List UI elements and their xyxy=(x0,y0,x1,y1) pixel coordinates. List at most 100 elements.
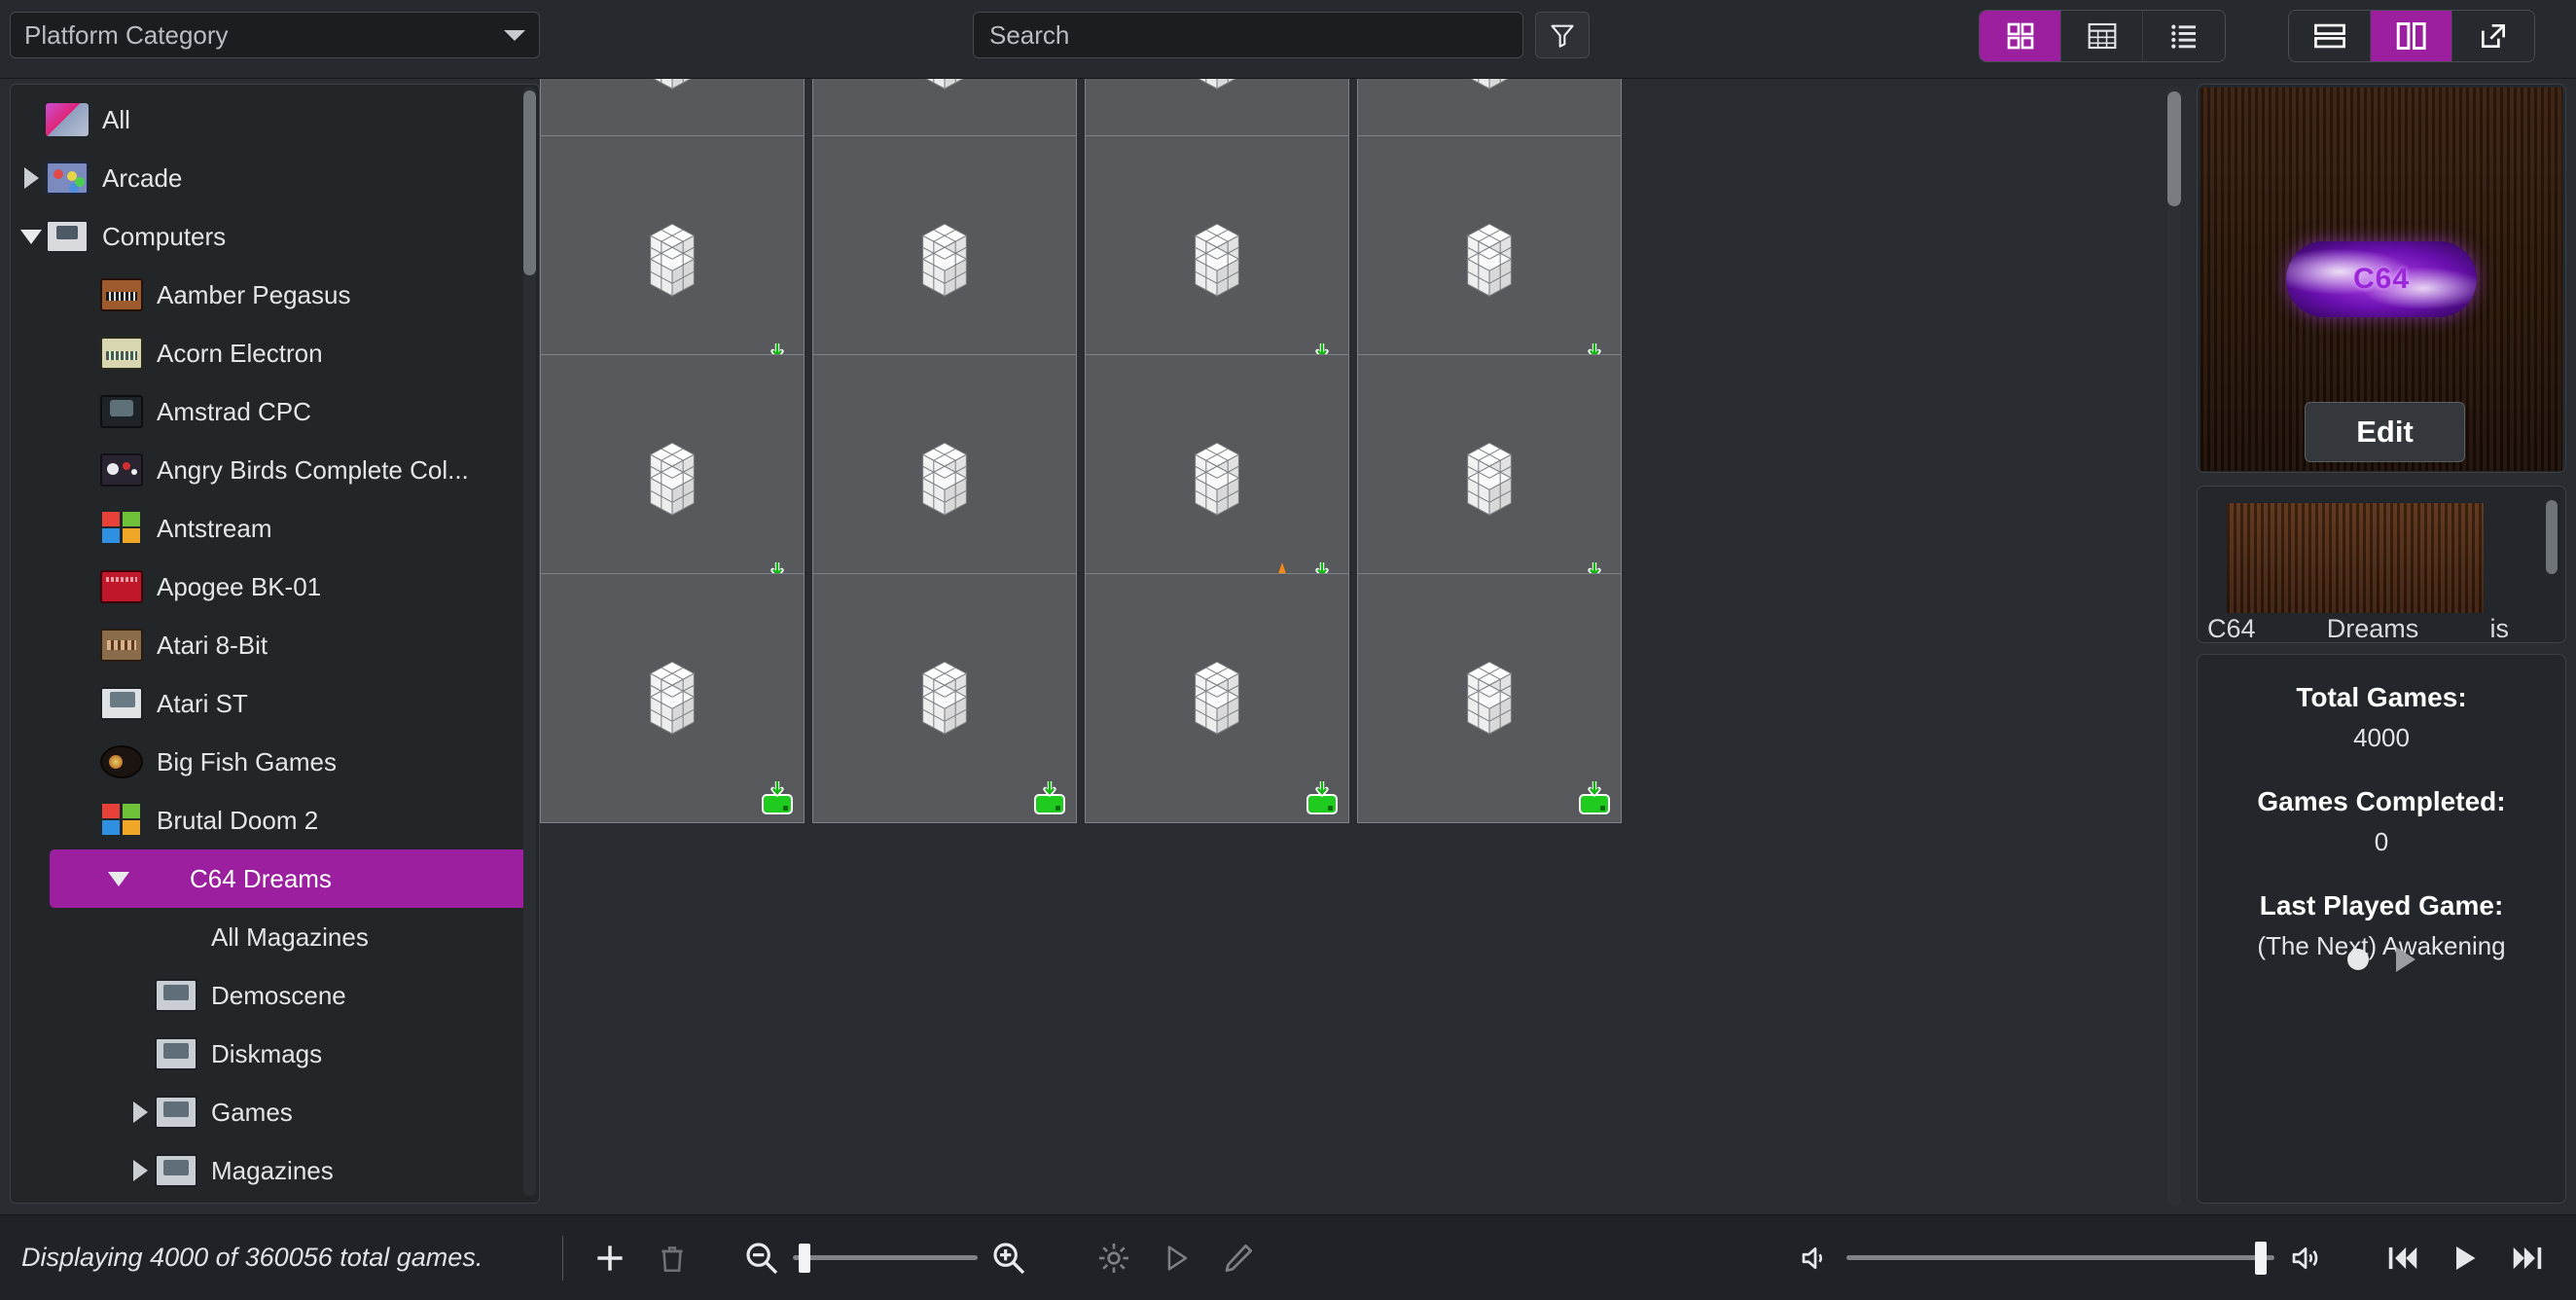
tile-badges xyxy=(761,781,794,814)
sidebar-item-arcade[interactable]: Arcade xyxy=(11,149,539,207)
next-track-button[interactable] xyxy=(2496,1227,2558,1289)
grid-view-button[interactable] xyxy=(1980,11,2061,61)
list-view-button[interactable] xyxy=(2143,11,2225,61)
sidebar-scrollbar-thumb[interactable] xyxy=(523,90,536,275)
circle-icon[interactable] xyxy=(2347,949,2369,970)
total-games-value: 4000 xyxy=(2353,723,2410,752)
sidebar-item-amstrad-cpc[interactable]: Amstrad CPC xyxy=(11,382,539,441)
sidebar-item-big-fish-games[interactable]: Big Fish Games xyxy=(11,733,539,791)
sidebar-item-aamber-pegasus[interactable]: Aamber Pegasus xyxy=(11,266,539,324)
sidebar-item-atari-8-bit[interactable]: Atari 8-Bit xyxy=(11,616,539,674)
game-tile[interactable] xyxy=(1085,573,1349,823)
bullet-list-icon xyxy=(2171,24,2196,49)
volume-slider-thumb[interactable] xyxy=(2255,1241,2267,1275)
game-tile[interactable] xyxy=(1357,135,1622,385)
play-button[interactable] xyxy=(1145,1227,1207,1289)
edit-cover-button[interactable]: Edit xyxy=(2305,402,2465,462)
game-tile[interactable] xyxy=(540,135,805,385)
games-completed-label: Games Completed: xyxy=(2257,786,2506,816)
popout-button[interactable] xyxy=(2452,11,2534,61)
chevron-right-glyph xyxy=(23,167,39,189)
previous-track-button[interactable] xyxy=(2372,1227,2434,1289)
sidebar-item-angry-birds-complete-col[interactable]: Angry Birds Complete Col... xyxy=(11,441,539,499)
sidebar-item-magazines[interactable]: Magazines xyxy=(11,1141,539,1200)
game-tile[interactable] xyxy=(812,573,1077,823)
sidebar-item-all[interactable]: All xyxy=(11,90,539,149)
cube-box-icon xyxy=(921,442,968,516)
split-horizontal-button[interactable] xyxy=(2289,11,2371,61)
volume-slider[interactable] xyxy=(1846,1227,2274,1289)
tile-badges xyxy=(1306,781,1339,814)
sidebar-item-games[interactable]: Games xyxy=(11,1083,539,1141)
grid-scrollbar-track[interactable] xyxy=(2167,86,2181,1207)
game-tile[interactable] xyxy=(812,135,1077,385)
search-input[interactable]: Search xyxy=(973,12,1523,58)
amstrad-cpc-icon xyxy=(100,395,143,428)
chevron-right-icon[interactable] xyxy=(17,163,46,193)
filter-button[interactable] xyxy=(1535,12,1590,58)
sidebar-item-brutal-doom-2[interactable]: Brutal Doom 2 xyxy=(11,791,539,849)
zoom-slider-track xyxy=(793,1255,978,1260)
game-tile[interactable] xyxy=(812,354,1077,604)
sidebar-item-all-magazines[interactable]: All Magazines xyxy=(11,908,539,966)
game-tile[interactable] xyxy=(1357,354,1622,604)
description-card[interactable]: C64 Dreams is xyxy=(2197,486,2566,643)
chevron-down-icon[interactable] xyxy=(17,222,46,251)
volume-slider-track xyxy=(1846,1255,2274,1260)
sidebar-item-atari-st[interactable]: Atari ST xyxy=(11,674,539,733)
cube-box-icon xyxy=(649,223,696,297)
zoom-slider[interactable] xyxy=(793,1227,978,1289)
edit-game-button[interactable] xyxy=(1207,1227,1270,1289)
game-grid[interactable] xyxy=(540,79,2177,1211)
expander-placeholder xyxy=(71,689,100,718)
settings-button[interactable] xyxy=(1083,1227,1145,1289)
media-play-button[interactable] xyxy=(2434,1227,2496,1289)
game-tile[interactable] xyxy=(1085,354,1349,604)
sidebar-item-apogee-bk-01[interactable]: Apogee BK-01 xyxy=(11,558,539,616)
pencil-icon xyxy=(1225,1244,1253,1272)
grid-scrollbar-thumb[interactable] xyxy=(2167,91,2181,206)
platform-category-dropdown[interactable]: Platform Category xyxy=(10,12,540,58)
game-tile[interactable] xyxy=(540,354,805,604)
game-tile[interactable] xyxy=(1357,573,1622,823)
zoom-in-button[interactable] xyxy=(978,1227,1040,1289)
divider xyxy=(562,1235,563,1281)
laptop-icon xyxy=(155,1037,197,1070)
cube-box-icon xyxy=(654,79,691,90)
game-tile[interactable] xyxy=(540,573,805,823)
sidebar-item-c64-dreams[interactable]: C64 Dreams xyxy=(50,849,533,908)
download-arrow xyxy=(770,781,784,797)
expander-placeholder xyxy=(71,631,100,660)
chevron-right-icon[interactable] xyxy=(125,1156,155,1185)
zoom-out-button[interactable] xyxy=(731,1227,793,1289)
table-grid-icon xyxy=(2088,22,2116,50)
chevron-right-icon[interactable] xyxy=(125,1098,155,1127)
game-tile[interactable] xyxy=(1085,135,1349,385)
sidebar-item-computers[interactable]: Computers xyxy=(11,207,539,266)
table-view-button[interactable] xyxy=(2061,11,2143,61)
expander-placeholder xyxy=(125,922,155,952)
delete-game-button[interactable] xyxy=(641,1227,703,1289)
sidebar-item-demoscene[interactable]: Demoscene xyxy=(11,966,539,1025)
acorn-electron-icon xyxy=(100,337,143,370)
description-scrollbar-thumb[interactable] xyxy=(2546,500,2558,574)
total-games-label: Total Games: xyxy=(2296,682,2467,712)
sidebar-item-label: Amstrad CPC xyxy=(157,396,311,426)
sidebar-item-label: C64 Dreams xyxy=(190,863,332,893)
add-game-button[interactable] xyxy=(579,1227,641,1289)
volume-up-button[interactable] xyxy=(2274,1227,2337,1289)
cube-box-icon xyxy=(649,442,696,516)
sidebar-item-acorn-electron[interactable]: Acorn Electron xyxy=(11,324,539,382)
stats-controls xyxy=(2198,947,2565,972)
sidebar-item-diskmags[interactable]: Diskmags xyxy=(11,1025,539,1083)
zoom-slider-thumb[interactable] xyxy=(799,1243,810,1273)
volume-down-button[interactable] xyxy=(1784,1227,1846,1289)
cube-box-icon xyxy=(921,223,968,297)
columns-layout-icon xyxy=(2396,22,2426,50)
split-vertical-button[interactable] xyxy=(2371,11,2452,61)
chevron-down-icon[interactable] xyxy=(104,864,133,893)
external-link-icon xyxy=(2482,24,2505,48)
expander-placeholder xyxy=(125,1039,155,1068)
play-triangle-icon[interactable] xyxy=(2396,947,2415,972)
sidebar-item-antstream[interactable]: Antstream xyxy=(11,499,539,558)
